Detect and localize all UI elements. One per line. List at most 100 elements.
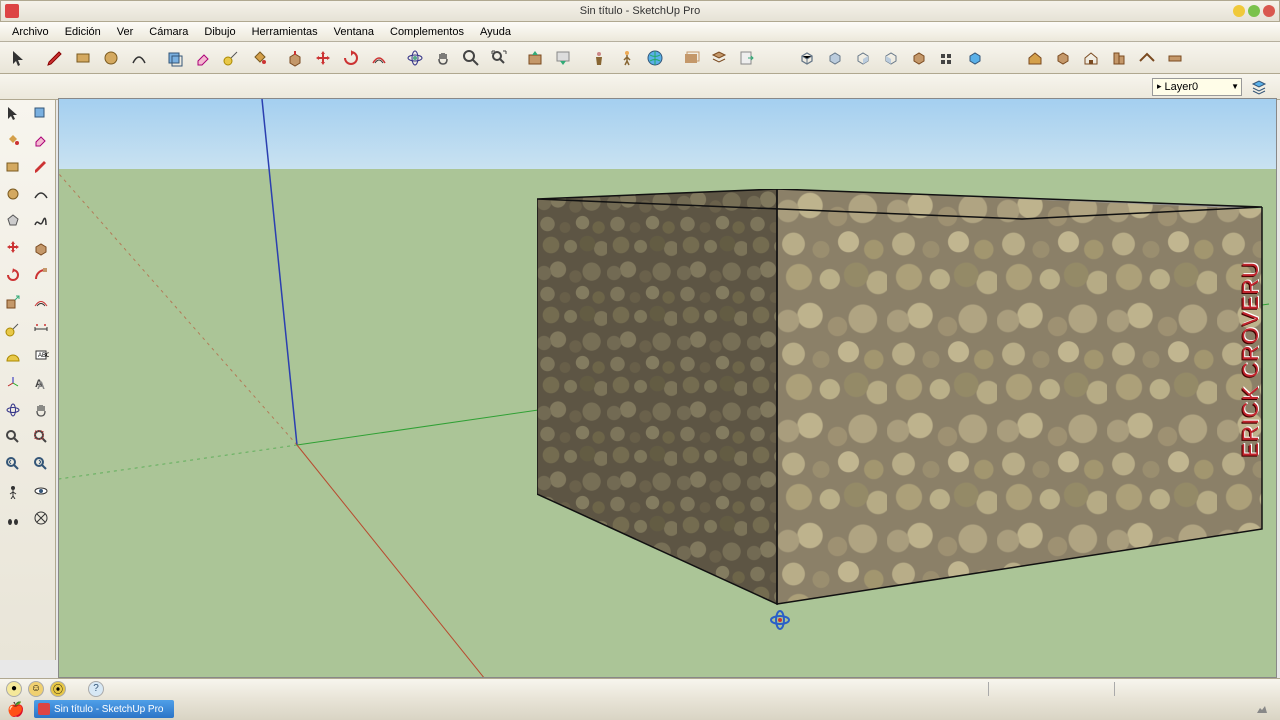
taskbar-app-icon [38, 703, 50, 715]
building-tool[interactable] [1106, 45, 1132, 71]
start-menu[interactable]: 🍎 [4, 700, 28, 718]
pan-tool[interactable] [430, 45, 456, 71]
vt-pan[interactable] [28, 397, 54, 423]
layer-manager-icon[interactable] [1248, 76, 1270, 98]
paint-bucket-tool[interactable] [246, 45, 272, 71]
vt-pushpull[interactable] [28, 235, 54, 261]
front-view-tool[interactable] [850, 45, 876, 71]
right-view-tool[interactable] [878, 45, 904, 71]
menu-edicion[interactable]: Edición [57, 24, 109, 40]
tape-measure-tool[interactable] [218, 45, 244, 71]
menu-camara[interactable]: Cámara [141, 24, 196, 40]
vt-text[interactable]: ABC [28, 343, 54, 369]
figure-tool[interactable] [614, 45, 640, 71]
menu-ayuda[interactable]: Ayuda [472, 24, 519, 40]
viewport[interactable]: ERICK CROVERU [58, 98, 1277, 678]
roof-tool[interactable] [1134, 45, 1160, 71]
taskbar: 🍎 Sin título - SketchUp Pro [0, 698, 1280, 720]
help-icon[interactable]: ? [88, 681, 104, 697]
taskbar-label: Sin título - SketchUp Pro [54, 704, 164, 715]
push-pull-tool[interactable] [282, 45, 308, 71]
select-tool[interactable] [6, 45, 32, 71]
share-model-tool[interactable] [550, 45, 576, 71]
vt-look-around[interactable] [28, 478, 54, 504]
layers-tool[interactable] [706, 45, 732, 71]
move-tool[interactable] [310, 45, 336, 71]
minimize-button[interactable] [1233, 5, 1245, 17]
vt-line[interactable] [28, 154, 54, 180]
house-tool-2[interactable] [1078, 45, 1104, 71]
arc-tool[interactable] [126, 45, 152, 71]
vt-position-camera[interactable] [0, 478, 26, 504]
layer-selector[interactable]: ▸ Layer0 ▼ [1152, 78, 1242, 96]
vt-followme[interactable] [28, 262, 54, 288]
statusbar: ● ☺ ⦿ ? [0, 678, 1280, 698]
vt-axes[interactable] [0, 370, 26, 396]
person-tool[interactable] [586, 45, 612, 71]
zoom-tool[interactable] [458, 45, 484, 71]
globe-tool[interactable] [642, 45, 668, 71]
menu-herramientas[interactable]: Herramientas [244, 24, 326, 40]
vt-walk[interactable] [0, 505, 26, 531]
zoom-extents-tool[interactable] [486, 45, 512, 71]
export-tool[interactable] [734, 45, 760, 71]
vt-offset[interactable] [28, 289, 54, 315]
vt-previous[interactable] [0, 451, 26, 477]
menu-complementos[interactable]: Complementos [382, 24, 472, 40]
get-models-tool[interactable] [522, 45, 548, 71]
vt-next[interactable] [28, 451, 54, 477]
eraser-tool[interactable] [190, 45, 216, 71]
vt-zoom[interactable] [0, 424, 26, 450]
taskbar-item[interactable]: Sin título - SketchUp Pro [34, 700, 174, 718]
vt-component[interactable] [28, 100, 54, 126]
close-button[interactable] [1263, 5, 1275, 17]
shaded-view-tool[interactable] [962, 45, 988, 71]
vt-tape[interactable] [0, 316, 26, 342]
box-tool[interactable] [1050, 45, 1076, 71]
orbit-tool[interactable] [402, 45, 428, 71]
offset-tool[interactable] [366, 45, 392, 71]
vt-orbit[interactable] [0, 397, 26, 423]
left-view-tool[interactable] [934, 45, 960, 71]
back-view-tool[interactable] [906, 45, 932, 71]
vt-3dtext[interactable]: AA [28, 370, 54, 396]
texture-tool[interactable] [678, 45, 704, 71]
status-person-icon[interactable]: ☺ [28, 681, 44, 697]
vt-eraser[interactable] [28, 127, 54, 153]
house-tool-1[interactable] [1022, 45, 1048, 71]
tray-icon[interactable] [1252, 701, 1272, 717]
vt-select[interactable] [0, 100, 26, 126]
menu-ventana[interactable]: Ventana [326, 24, 382, 40]
circle-tool[interactable] [98, 45, 124, 71]
orbit-cursor-icon [769, 609, 791, 631]
watermark: ERICK CROVERU [1234, 179, 1268, 539]
vt-arc[interactable] [28, 181, 54, 207]
vt-rectangle[interactable] [0, 154, 26, 180]
menu-dibujo[interactable]: Dibujo [196, 24, 243, 40]
vt-circle[interactable] [0, 181, 26, 207]
rectangle-tool[interactable] [70, 45, 96, 71]
app-icon [5, 4, 19, 18]
vt-section[interactable] [28, 505, 54, 531]
top-view-tool[interactable] [822, 45, 848, 71]
menu-archivo[interactable]: Archivo [4, 24, 57, 40]
flat-tool[interactable] [1162, 45, 1188, 71]
iso-view-tool[interactable] [794, 45, 820, 71]
vt-scale[interactable] [0, 289, 26, 315]
vt-move[interactable] [0, 235, 26, 261]
rotate-tool[interactable] [338, 45, 364, 71]
vt-rotate[interactable] [0, 262, 26, 288]
status-info-icon[interactable]: ● [6, 681, 22, 697]
main-toolbar [0, 42, 1280, 74]
vt-zoom-window[interactable] [28, 424, 54, 450]
pencil-tool[interactable] [42, 45, 68, 71]
menu-ver[interactable]: Ver [109, 24, 142, 40]
vt-dimension[interactable] [28, 316, 54, 342]
vt-protractor[interactable] [0, 343, 26, 369]
vt-polygon[interactable] [0, 208, 26, 234]
vt-freehand[interactable] [28, 208, 54, 234]
make-component-tool[interactable] [162, 45, 188, 71]
status-geo-icon[interactable]: ⦿ [50, 681, 66, 697]
maximize-button[interactable] [1248, 5, 1260, 17]
vt-paint[interactable] [0, 127, 26, 153]
